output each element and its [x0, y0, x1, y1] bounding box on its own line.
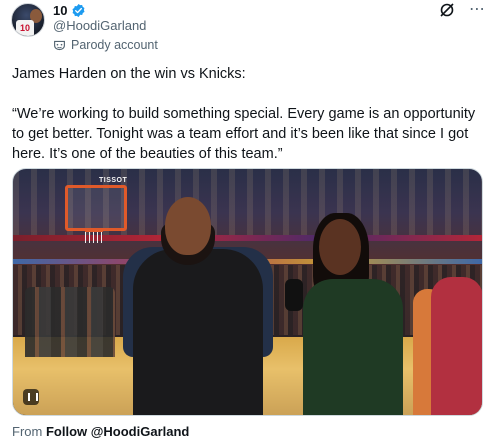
display-name[interactable]: 10	[53, 3, 67, 18]
avatar[interactable]: 10	[11, 3, 45, 37]
avatar-jersey-number: 10	[16, 20, 34, 36]
scoreboard-sponsor-text: TISSOT	[99, 177, 128, 184]
author-handle[interactable]: @HoodiGarland	[53, 18, 146, 33]
basketball-backboard	[65, 185, 127, 231]
top-right-actions: ⋯	[439, 2, 486, 18]
player-figure	[133, 249, 263, 415]
background-person-right-red	[431, 277, 482, 415]
attribution-row: From Follow @HoodiGarland	[12, 424, 189, 439]
background-people	[25, 287, 115, 357]
microphone	[285, 279, 303, 311]
reporter-head	[319, 219, 361, 275]
parody-label: Parody account	[71, 38, 158, 52]
more-options-icon[interactable]: ⋯	[469, 2, 486, 18]
post-card: 10 10 @HoodiGarland Parody account ⋯ Jam…	[0, 0, 500, 440]
parody-label-row: Parody account	[53, 37, 158, 53]
post-text-quote: “We’re working to build something specia…	[12, 106, 476, 162]
arena-ribbon-board	[13, 235, 482, 241]
player-head	[165, 197, 211, 255]
parody-mask-icon	[54, 40, 65, 50]
basketball-hoop	[85, 229, 103, 243]
follow-author-link[interactable]: Follow @HoodiGarland	[46, 424, 189, 439]
post-text-intro: James Harden on the win vs Knicks:	[12, 66, 246, 82]
reporter-figure	[303, 279, 403, 415]
from-label: From	[12, 424, 43, 439]
author-name-row: 10	[53, 2, 86, 18]
post-media-image[interactable]: TISSOT	[12, 168, 483, 416]
verified-badge-icon	[72, 3, 85, 17]
gif-badge-icon[interactable]	[23, 389, 39, 405]
grok-icon[interactable]	[439, 2, 455, 18]
